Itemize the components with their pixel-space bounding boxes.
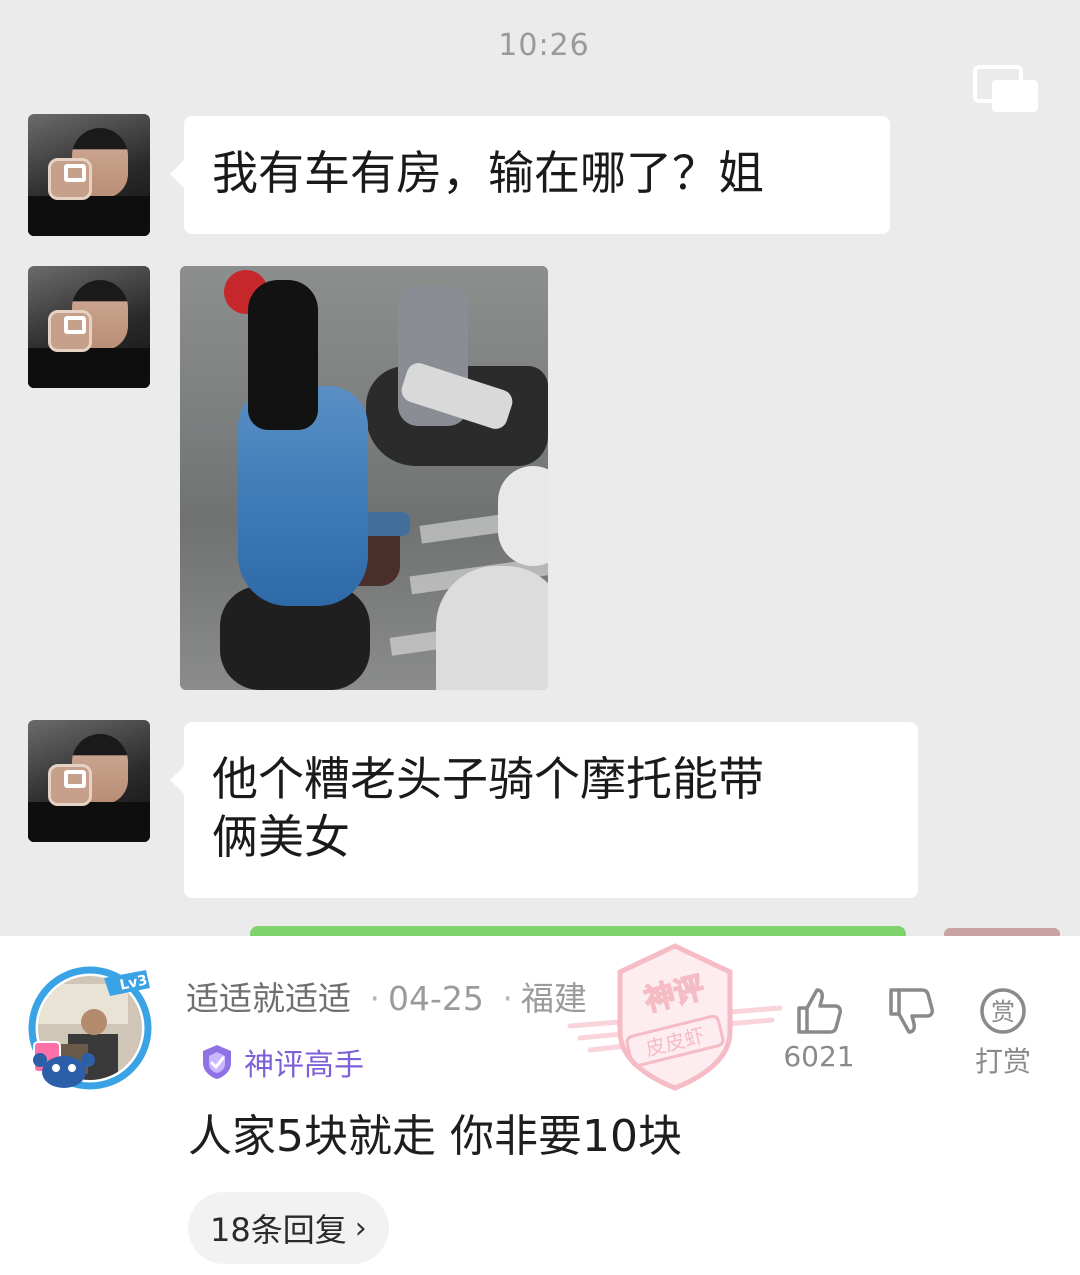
- username[interactable]: 适适就适适: [186, 979, 351, 1018]
- reward-icon-char: 赏: [991, 998, 1015, 1026]
- like-button[interactable]: 6021: [774, 986, 864, 1073]
- thumbs-up-icon: [797, 988, 842, 1034]
- chat-screenshot: 10:26 我有车有房，输在哪了？姐 他个糟老头子骑个摩托能带 俩美女: [0, 0, 1080, 936]
- sender-avatar: [28, 720, 150, 842]
- thumbs-down-icon: [889, 988, 934, 1034]
- chat-timestamp: 10:26: [498, 28, 590, 63]
- reward-icon: 赏: [980, 988, 1026, 1034]
- comment-text: 人家5块就走 你非要10块: [188, 1111, 682, 1162]
- badge-shield-icon: [203, 1045, 231, 1079]
- comment-header: 适适就适适 · 04-25 · 福建: [186, 979, 587, 1018]
- comment-date: 04-25: [388, 979, 484, 1018]
- message-text-line: 他个糟老头子骑个摩托能带: [212, 752, 764, 806]
- outgoing-bubble-edge: [250, 926, 906, 936]
- sender-avatar: [28, 266, 150, 388]
- user-avatar[interactable]: Lv3: [28, 964, 156, 1094]
- message-text: 我有车有房，输在哪了？姐: [212, 146, 764, 200]
- shenping-stamp: 神评 皮皮虾: [567, 943, 783, 1091]
- message-bubble: 他个糟老头子骑个摩托能带 俩美女: [170, 722, 918, 898]
- outgoing-avatar-edge: [944, 928, 1060, 936]
- message-bubble: 我有车有房，输在哪了？姐: [170, 116, 890, 234]
- tip-button[interactable]: 赏 打赏: [958, 986, 1048, 1080]
- screen-share-icon: [973, 65, 1038, 112]
- sender-avatar: [28, 114, 150, 236]
- chevron-right-icon: ›: [354, 1210, 367, 1246]
- like-count: 6021: [783, 1040, 855, 1073]
- replies-label: 18条回复: [210, 1211, 347, 1249]
- user-badge[interactable]: 神评高手: [198, 1040, 364, 1084]
- view-replies-button[interactable]: 18条回复 ›: [188, 1192, 389, 1264]
- dislike-button[interactable]: [866, 986, 956, 1036]
- message-photo[interactable]: [180, 266, 548, 690]
- badge-label: 神评高手: [244, 1048, 364, 1083]
- comment-card: Lv3 适适就适适 · 04-25 · 福建 神评高手 人家5块就走 你非要10块 …: [0, 936, 1080, 1275]
- message-text-line: 俩美女: [212, 810, 350, 864]
- tip-label: 打赏: [974, 1045, 1031, 1078]
